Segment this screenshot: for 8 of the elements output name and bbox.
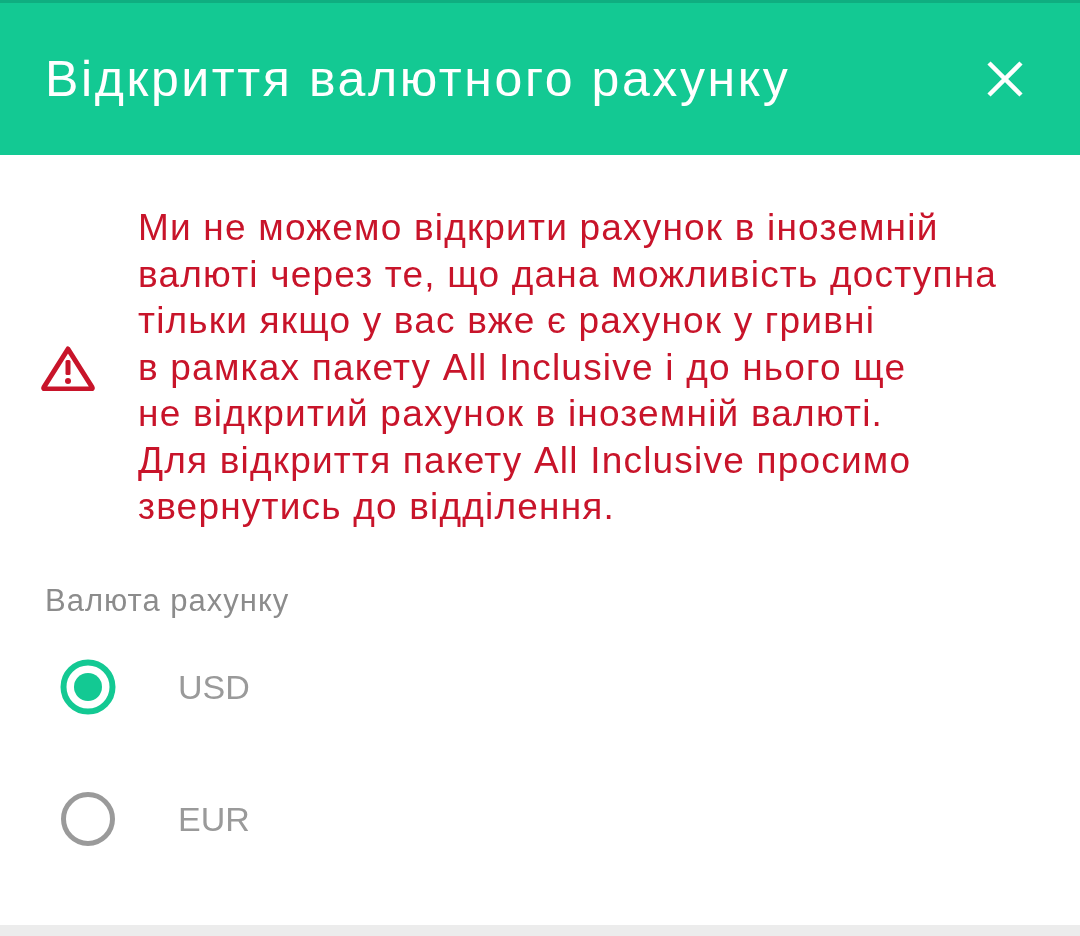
currency-option[interactable]: EUR xyxy=(60,788,258,849)
dialog-title: Відкриття валютного рахунку xyxy=(45,50,791,109)
close-icon xyxy=(986,60,1024,98)
currency-option[interactable]: USD xyxy=(60,656,258,717)
warning-message: Ми не можемо відкрити рахунок в іноземній валюті через те, що дана можливість доступна тільки якщо у вас вже є рахунок у гривні в рамках пакету All Inclusive і до нього ще не відкритий рахунок в іноземній валюті. Для відкриття пакету All Inclusive просимо звернутись до відділення. xyxy=(138,206,998,529)
currency-label: Валюта рахунку xyxy=(45,581,290,620)
close-button[interactable] xyxy=(986,60,1024,98)
warning-icon xyxy=(41,344,95,391)
